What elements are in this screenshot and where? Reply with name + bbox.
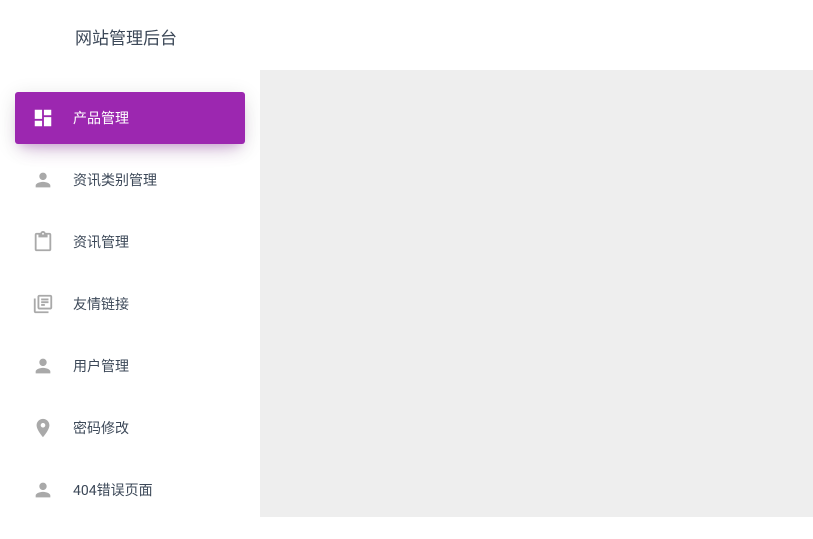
sidebar-item-label: 产品管理 (73, 108, 129, 128)
sidebar-nav: 产品管理 资讯类别管理 资讯管理 友情链接 用户管理 (0, 69, 260, 539)
sidebar-item-label: 资讯管理 (73, 232, 129, 252)
sidebar-item-links[interactable]: 友情链接 (15, 278, 245, 330)
sidebar-item-label: 404错误页面 (73, 480, 153, 500)
location-icon (31, 416, 55, 440)
sidebar-item-label: 密码修改 (73, 418, 129, 438)
sidebar-item-label: 资讯类别管理 (73, 170, 157, 190)
person-icon (31, 478, 55, 502)
top-bar (260, 0, 813, 70)
main-content (260, 70, 813, 517)
clipboard-icon (31, 230, 55, 254)
sidebar-item-news[interactable]: 资讯管理 (15, 216, 245, 268)
sidebar-item-password[interactable]: 密码修改 (15, 402, 245, 454)
sidebar-item-404[interactable]: 404错误页面 (15, 464, 245, 516)
sidebar-item-news-category[interactable]: 资讯类别管理 (15, 154, 245, 206)
sidebar-title: 网站管理后台 (0, 0, 260, 69)
sidebar-item-label: 用户管理 (73, 356, 129, 376)
dashboard-icon (31, 106, 55, 130)
sidebar-item-products[interactable]: 产品管理 (15, 92, 245, 144)
person-icon (31, 354, 55, 378)
sidebar-item-label: 友情链接 (73, 294, 129, 314)
sidebar: 网站管理后台 产品管理 资讯类别管理 资讯管理 友情链接 (0, 0, 260, 517)
sidebar-item-users[interactable]: 用户管理 (15, 340, 245, 392)
library-icon (31, 292, 55, 316)
person-icon (31, 168, 55, 192)
